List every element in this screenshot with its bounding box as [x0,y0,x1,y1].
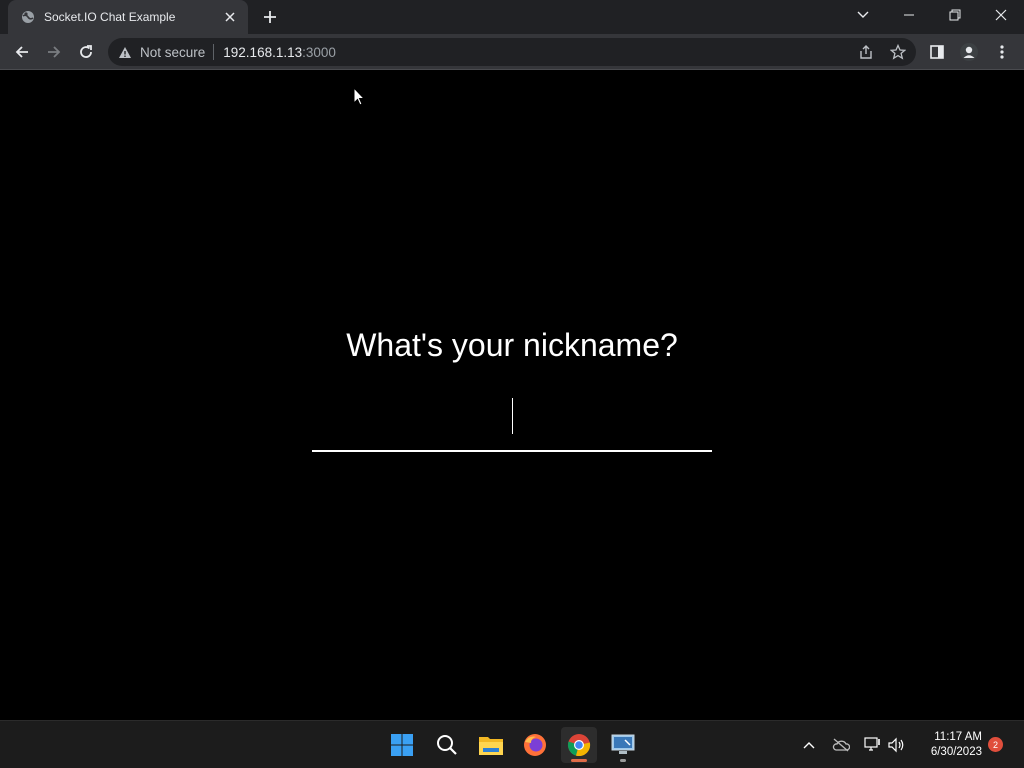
browser-tab[interactable]: Socket.IO Chat Example [8,0,248,34]
text-caret [512,398,513,434]
network-icon[interactable] [863,735,883,755]
tab-title: Socket.IO Chat Example [44,10,176,24]
kebab-menu-icon [1000,45,1004,59]
plus-icon [264,11,276,23]
forward-button[interactable] [40,38,68,66]
remote-desktop-icon [611,734,635,754]
url-port: :3000 [302,44,336,60]
onedrive-icon[interactable] [831,735,851,755]
menu-button[interactable] [988,38,1016,66]
side-panel-button[interactable] [923,38,951,66]
restore-icon [949,9,961,21]
url-host: 192.168.1.13 [223,44,303,60]
bookmark-star-icon[interactable] [888,42,908,62]
close-window-button[interactable] [978,0,1024,30]
clock-date: 6/30/2023 [930,746,982,758]
mouse-pointer-icon [353,87,366,106]
search-icon [437,735,457,755]
address-bar[interactable]: Not secure 192.168.1.13:3000 [108,38,916,66]
tab-close-icon[interactable] [220,7,240,27]
security-indicator[interactable]: Not secure [118,45,205,60]
page-title: What's your nickname? [346,327,678,363]
minimize-icon [904,14,914,16]
remote-desktop-button[interactable] [605,727,641,763]
reload-icon [80,45,92,58]
notification-badge[interactable]: 2 [988,737,1003,752]
tab-search-button[interactable] [840,0,886,30]
omnibox-divider [213,44,215,60]
close-icon [995,9,1007,21]
chrome-button[interactable] [561,727,597,763]
volume-icon[interactable] [886,735,906,755]
side-panel-icon [930,45,944,59]
browser-toolbar: Not secure 192.168.1.13:3000 [0,34,1024,70]
profile-icon [960,43,978,61]
firefox-icon [524,734,546,756]
back-button[interactable] [8,38,36,66]
active-app-indicator [571,759,587,762]
minimize-button[interactable] [886,0,932,30]
warning-icon [119,46,131,58]
security-label: Not secure [140,44,206,60]
chevron-down-icon [857,11,869,18]
windows-taskbar: 11:17 AM 6/30/2023 [0,720,1024,768]
search-button[interactable] [429,727,465,763]
page-content: What's your nickname? [0,71,1024,720]
taskbar-clock[interactable]: 11:17 AM 6/30/2023 [916,730,982,760]
restore-button[interactable] [932,0,978,30]
forward-arrow-icon [48,46,61,58]
share-icon[interactable] [856,42,876,62]
chrome-icon [567,734,591,757]
browser-titlebar: Socket.IO Chat Example [0,0,1024,34]
file-explorer-button[interactable] [473,727,509,763]
start-button[interactable] [384,727,420,763]
new-tab-button[interactable] [258,6,282,28]
firefox-button[interactable] [517,727,553,763]
clock-time: 11:17 AM [934,731,982,743]
file-explorer-icon [479,737,503,755]
start-icon [391,734,413,756]
profile-button[interactable] [955,38,983,66]
show-hidden-icons-button[interactable] [799,735,819,755]
globe-icon [20,9,36,25]
back-arrow-icon [15,46,28,58]
reload-button[interactable] [72,38,100,66]
running-app-indicator [620,759,626,762]
chevron-up-icon [803,742,815,749]
